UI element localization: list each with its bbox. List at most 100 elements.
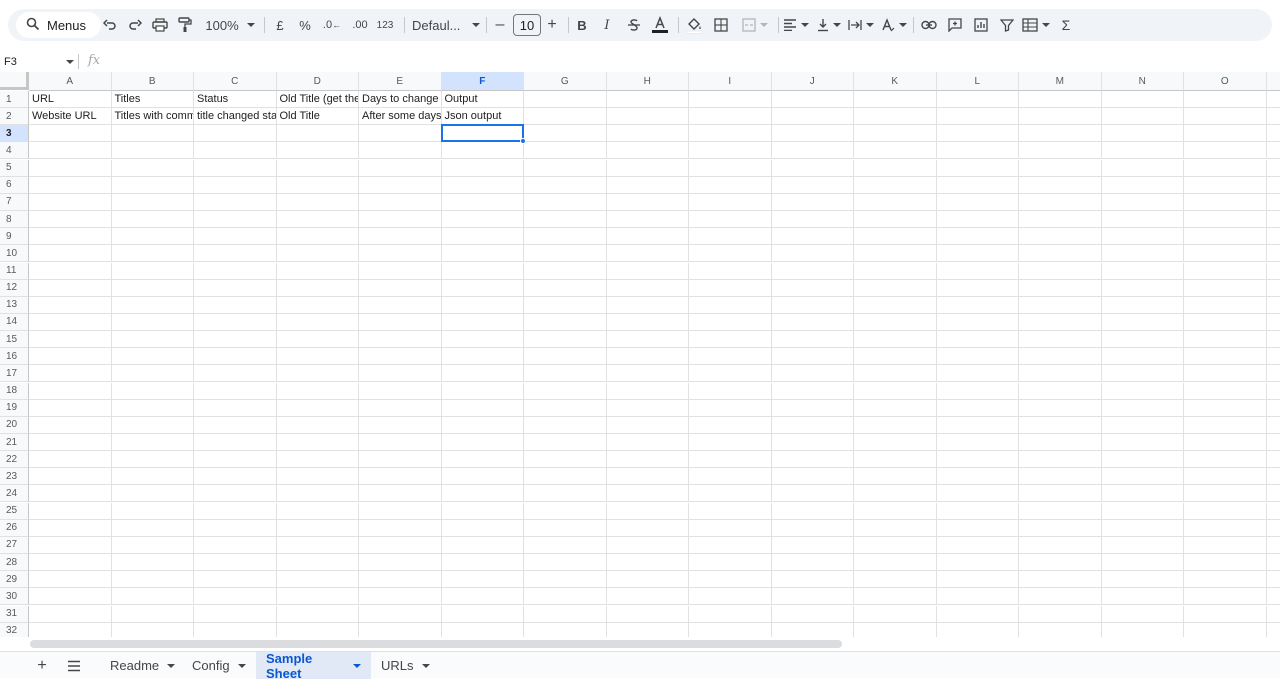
cell-b14[interactable] — [112, 314, 195, 331]
cell-l29[interactable] — [937, 571, 1020, 588]
font-family-select[interactable]: Defaul... — [412, 13, 480, 37]
cell-m29[interactable] — [1019, 571, 1102, 588]
text-rotation-icon[interactable] — [881, 13, 907, 37]
cell-l6[interactable] — [937, 177, 1020, 194]
insert-link-icon[interactable] — [919, 13, 939, 37]
cell-b17[interactable] — [112, 365, 195, 382]
cell-m6[interactable] — [1019, 177, 1102, 194]
cell-e25[interactable] — [359, 503, 442, 520]
cell-d30[interactable] — [277, 588, 360, 605]
cell-l28[interactable] — [937, 554, 1020, 571]
cell-d14[interactable] — [277, 314, 360, 331]
cell-c22[interactable] — [194, 451, 277, 468]
text-color-icon[interactable] — [650, 13, 670, 37]
column-header-c[interactable]: C — [194, 72, 277, 91]
cell-n24[interactable] — [1102, 485, 1185, 502]
cell-i9[interactable] — [689, 228, 772, 245]
cell-m31[interactable] — [1019, 606, 1102, 623]
cell-g14[interactable] — [524, 314, 607, 331]
cell-h14[interactable] — [607, 314, 690, 331]
cell-e5[interactable] — [359, 160, 442, 177]
cell-n28[interactable] — [1102, 554, 1185, 571]
cell-e13[interactable] — [359, 297, 442, 314]
cell-f5[interactable] — [442, 160, 525, 177]
cell-j25[interactable] — [772, 503, 855, 520]
cell-d29[interactable] — [277, 571, 360, 588]
cell-c7[interactable] — [194, 194, 277, 211]
cell-h7[interactable] — [607, 194, 690, 211]
cell-j12[interactable] — [772, 280, 855, 297]
cell-m22[interactable] — [1019, 451, 1102, 468]
cell-o2[interactable] — [1184, 108, 1267, 125]
cell-a5[interactable] — [29, 160, 112, 177]
cell-f1[interactable]: Output — [442, 91, 525, 108]
cell-o16[interactable] — [1184, 348, 1267, 365]
cell-i4[interactable] — [689, 142, 772, 159]
cell-o10[interactable] — [1184, 245, 1267, 262]
cell-i21[interactable] — [689, 434, 772, 451]
cell-p25[interactable] — [1267, 503, 1280, 520]
cell-j24[interactable] — [772, 485, 855, 502]
cell-b6[interactable] — [112, 177, 195, 194]
cell-d19[interactable] — [277, 400, 360, 417]
cell-a29[interactable] — [29, 571, 112, 588]
cell-o18[interactable] — [1184, 383, 1267, 400]
cell-g17[interactable] — [524, 365, 607, 382]
cell-b32[interactable] — [112, 623, 195, 637]
cell-b29[interactable] — [112, 571, 195, 588]
cell-k17[interactable] — [854, 365, 937, 382]
cell-n16[interactable] — [1102, 348, 1185, 365]
print-icon[interactable] — [150, 13, 170, 37]
cell-h16[interactable] — [607, 348, 690, 365]
row-header-3[interactable]: 3 — [0, 125, 29, 142]
cell-a7[interactable] — [29, 194, 112, 211]
cell-a25[interactable] — [29, 503, 112, 520]
cell-m13[interactable] — [1019, 297, 1102, 314]
column-header-l[interactable]: L — [937, 72, 1020, 91]
text-wrapping-icon[interactable] — [848, 13, 874, 37]
cell-n20[interactable] — [1102, 417, 1185, 434]
cell-l23[interactable] — [937, 468, 1020, 485]
cell-b10[interactable] — [112, 245, 195, 262]
cell-k20[interactable] — [854, 417, 937, 434]
cell-k2[interactable] — [854, 108, 937, 125]
cell-b28[interactable] — [112, 554, 195, 571]
cell-i1[interactable] — [689, 91, 772, 108]
cell-b21[interactable] — [112, 434, 195, 451]
cell-m5[interactable] — [1019, 160, 1102, 177]
cell-i22[interactable] — [689, 451, 772, 468]
cell-h28[interactable] — [607, 554, 690, 571]
cell-p19[interactable] — [1267, 400, 1280, 417]
cell-f25[interactable] — [442, 503, 525, 520]
cell-j23[interactable] — [772, 468, 855, 485]
cell-h2[interactable] — [607, 108, 690, 125]
row-header-22[interactable]: 22 — [0, 451, 29, 468]
cell-f15[interactable] — [442, 331, 525, 348]
column-header-g[interactable]: G — [524, 72, 607, 91]
cell-j6[interactable] — [772, 177, 855, 194]
cell-d18[interactable] — [277, 383, 360, 400]
cell-n27[interactable] — [1102, 537, 1185, 554]
cell-b30[interactable] — [112, 588, 195, 605]
cell-n17[interactable] — [1102, 365, 1185, 382]
cell-d26[interactable] — [277, 520, 360, 537]
cell-b2[interactable]: Titles with comm — [112, 108, 195, 125]
cell-k11[interactable] — [854, 263, 937, 280]
cell-m28[interactable] — [1019, 554, 1102, 571]
add-sheet-icon[interactable]: + — [32, 657, 52, 675]
cell-c8[interactable] — [194, 211, 277, 228]
cell-c13[interactable] — [194, 297, 277, 314]
row-header-12[interactable]: 12 — [0, 280, 29, 297]
cell-f13[interactable] — [442, 297, 525, 314]
cell-a21[interactable] — [29, 434, 112, 451]
column-header-j[interactable]: J — [772, 72, 855, 91]
row-header-25[interactable]: 25 — [0, 503, 29, 520]
cell-g11[interactable] — [524, 263, 607, 280]
cell-m9[interactable] — [1019, 228, 1102, 245]
cell-f7[interactable] — [442, 194, 525, 211]
cell-c9[interactable] — [194, 228, 277, 245]
cell-k3[interactable] — [854, 125, 937, 142]
cell-h11[interactable] — [607, 263, 690, 280]
cell-m19[interactable] — [1019, 400, 1102, 417]
cell-i11[interactable] — [689, 263, 772, 280]
